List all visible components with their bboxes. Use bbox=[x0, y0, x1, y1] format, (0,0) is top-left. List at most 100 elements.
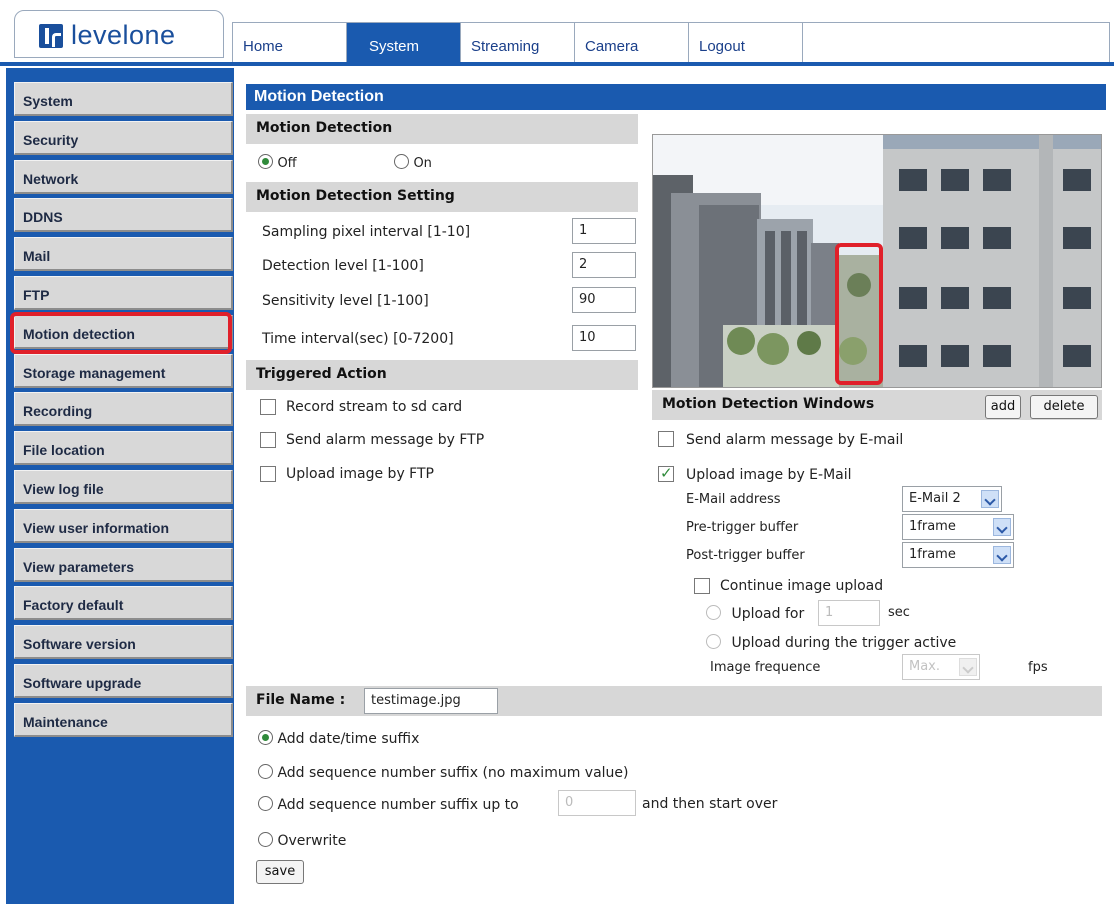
upload-for-unit: sec bbox=[888, 605, 910, 620]
upload-during-option[interactable]: Upload during the trigger active bbox=[706, 634, 956, 651]
sampling-label: Sampling pixel interval [1-10] bbox=[262, 224, 471, 240]
upload-for-radio[interactable] bbox=[706, 605, 721, 620]
sidebar-item-view-parameters[interactable]: View parameters bbox=[14, 548, 233, 582]
selected-item-highlight bbox=[10, 312, 232, 354]
header-divider bbox=[0, 62, 1114, 66]
sidebar-item-software-upgrade[interactable]: Software upgrade bbox=[14, 664, 233, 698]
overwrite-option[interactable]: Overwrite bbox=[258, 832, 346, 849]
motion-on-radio[interactable] bbox=[394, 154, 409, 169]
sidebar-item-view-user-information[interactable]: View user information bbox=[14, 509, 233, 543]
sidebar-item-mail[interactable]: Mail bbox=[14, 237, 233, 271]
tab-home[interactable]: Home bbox=[232, 23, 346, 63]
motion-off-label: Off bbox=[277, 156, 297, 171]
pre-trigger-value: 1frame bbox=[909, 519, 956, 534]
overwrite-radio[interactable] bbox=[258, 832, 273, 847]
sidebar-item-maintenance[interactable]: Maintenance bbox=[14, 703, 233, 737]
overwrite-label: Overwrite bbox=[277, 833, 347, 849]
suffix-upto-option[interactable]: Add sequence number suffix up to bbox=[258, 796, 519, 813]
sidebar-item-security[interactable]: Security bbox=[14, 121, 233, 155]
chevron-down-icon bbox=[993, 546, 1011, 564]
detection-level-label: Detection level [1-100] bbox=[262, 258, 424, 274]
logo: levelone bbox=[14, 10, 224, 58]
suffix-upto-radio[interactable] bbox=[258, 796, 273, 811]
sidebar-item-storage-management[interactable]: Storage management bbox=[14, 354, 233, 388]
motion-on-option[interactable]: On bbox=[394, 154, 432, 171]
page-title: Motion Detection bbox=[246, 84, 1106, 110]
tab-streaming[interactable]: Streaming bbox=[460, 23, 574, 63]
sidebar-item-view-log-file[interactable]: View log file bbox=[14, 470, 233, 504]
record-sd-label: Record stream to sd card bbox=[286, 399, 463, 415]
chevron-down-icon bbox=[981, 490, 999, 508]
image-frequence-select[interactable]: Max. bbox=[902, 654, 980, 680]
delete-window-button[interactable]: delete bbox=[1030, 395, 1098, 419]
add-window-button[interactable]: add bbox=[985, 395, 1021, 419]
fps-unit: fps bbox=[1028, 660, 1048, 675]
sidebar-item-ftp[interactable]: FTP bbox=[14, 276, 233, 310]
sidebar-item-system[interactable]: System bbox=[14, 82, 233, 116]
ftp-alarm-checkbox[interactable] bbox=[260, 432, 276, 448]
suffix-datetime-radio[interactable] bbox=[258, 730, 273, 745]
motion-window-highlight bbox=[835, 243, 883, 385]
motion-detection-header: Motion Detection bbox=[246, 114, 638, 144]
time-interval-input[interactable]: 10 bbox=[572, 325, 636, 351]
camera-preview[interactable] bbox=[652, 134, 1102, 388]
top-nav: Home System Streaming Camera Logout bbox=[232, 22, 1110, 63]
save-button[interactable]: save bbox=[256, 860, 304, 884]
nav-filler bbox=[802, 23, 1109, 63]
time-interval-label: Time interval(sec) [0-7200] bbox=[262, 331, 454, 347]
motion-off-option[interactable]: Off bbox=[258, 154, 297, 171]
suffix-datetime-label: Add date/time suffix bbox=[277, 731, 420, 747]
chevron-down-icon bbox=[959, 658, 977, 676]
tab-logout[interactable]: Logout bbox=[688, 23, 802, 63]
levelone-logo-icon bbox=[39, 24, 63, 48]
tab-system[interactable]: System bbox=[346, 23, 460, 63]
sidebar-item-recording[interactable]: Recording bbox=[14, 392, 233, 426]
email-address-select[interactable]: E-Mail 2 bbox=[902, 486, 1002, 512]
suffix-upto-tail: and then start over bbox=[642, 796, 778, 812]
file-name-label: File Name : bbox=[256, 692, 346, 708]
email-upload-label: Upload image by E-Mail bbox=[686, 467, 852, 483]
pre-trigger-select[interactable]: 1frame bbox=[902, 514, 1014, 540]
email-upload-checkbox[interactable] bbox=[658, 464, 674, 482]
header: levelone Home System Streaming Camera Lo… bbox=[0, 0, 1114, 66]
image-frequence-value: Max. bbox=[909, 659, 941, 674]
motion-setting-header: Motion Detection Setting bbox=[246, 182, 638, 212]
detection-level-input[interactable]: 2 bbox=[572, 252, 636, 278]
sidebar-item-factory-default[interactable]: Factory default bbox=[14, 586, 233, 620]
suffix-sequence-label: Add sequence number suffix (no maximum v… bbox=[277, 765, 629, 781]
email-alarm-checkbox[interactable] bbox=[658, 431, 674, 447]
suffix-sequence-option[interactable]: Add sequence number suffix (no maximum v… bbox=[258, 764, 629, 781]
suffix-datetime-option[interactable]: Add date/time suffix bbox=[258, 730, 419, 747]
sensitivity-label: Sensitivity level [1-100] bbox=[262, 293, 429, 309]
continue-upload-label: Continue image upload bbox=[720, 578, 884, 594]
motion-off-radio[interactable] bbox=[258, 154, 273, 169]
upload-during-radio[interactable] bbox=[706, 634, 721, 649]
file-name-input[interactable]: testimage.jpg bbox=[364, 688, 498, 714]
logo-text: levelone bbox=[71, 20, 176, 50]
motion-on-label: On bbox=[413, 156, 432, 171]
sidebar-item-ddns[interactable]: DDNS bbox=[14, 198, 233, 232]
sidebar-item-software-version[interactable]: Software version bbox=[14, 625, 233, 659]
upload-during-label: Upload during the trigger active bbox=[731, 635, 957, 651]
triggered-action-header: Triggered Action bbox=[246, 360, 638, 390]
tab-camera[interactable]: Camera bbox=[574, 23, 688, 63]
post-trigger-select[interactable]: 1frame bbox=[902, 542, 1014, 568]
suffix-sequence-radio[interactable] bbox=[258, 764, 273, 779]
sidebar-item-network[interactable]: Network bbox=[14, 160, 233, 194]
suffix-upto-input[interactable]: 0 bbox=[558, 790, 636, 816]
post-trigger-label: Post-trigger buffer bbox=[686, 548, 805, 563]
continue-upload-checkbox[interactable] bbox=[694, 578, 710, 594]
sidebar: System Security Network DDNS Mail FTP Mo… bbox=[6, 68, 234, 904]
upload-for-input[interactable]: 1 bbox=[818, 600, 880, 626]
sampling-input[interactable]: 1 bbox=[572, 218, 636, 244]
ftp-alarm-label: Send alarm message by FTP bbox=[286, 432, 485, 448]
sensitivity-input[interactable]: 90 bbox=[572, 287, 636, 313]
ftp-upload-label: Upload image by FTP bbox=[286, 466, 434, 482]
sidebar-item-file-location[interactable]: File location bbox=[14, 431, 233, 465]
upload-for-option[interactable]: Upload for bbox=[706, 605, 804, 622]
email-address-value: E-Mail 2 bbox=[909, 491, 961, 506]
image-frequence-label: Image frequence bbox=[710, 660, 821, 675]
suffix-upto-label: Add sequence number suffix up to bbox=[277, 797, 519, 813]
ftp-upload-checkbox[interactable] bbox=[260, 466, 276, 482]
record-sd-checkbox[interactable] bbox=[260, 399, 276, 415]
